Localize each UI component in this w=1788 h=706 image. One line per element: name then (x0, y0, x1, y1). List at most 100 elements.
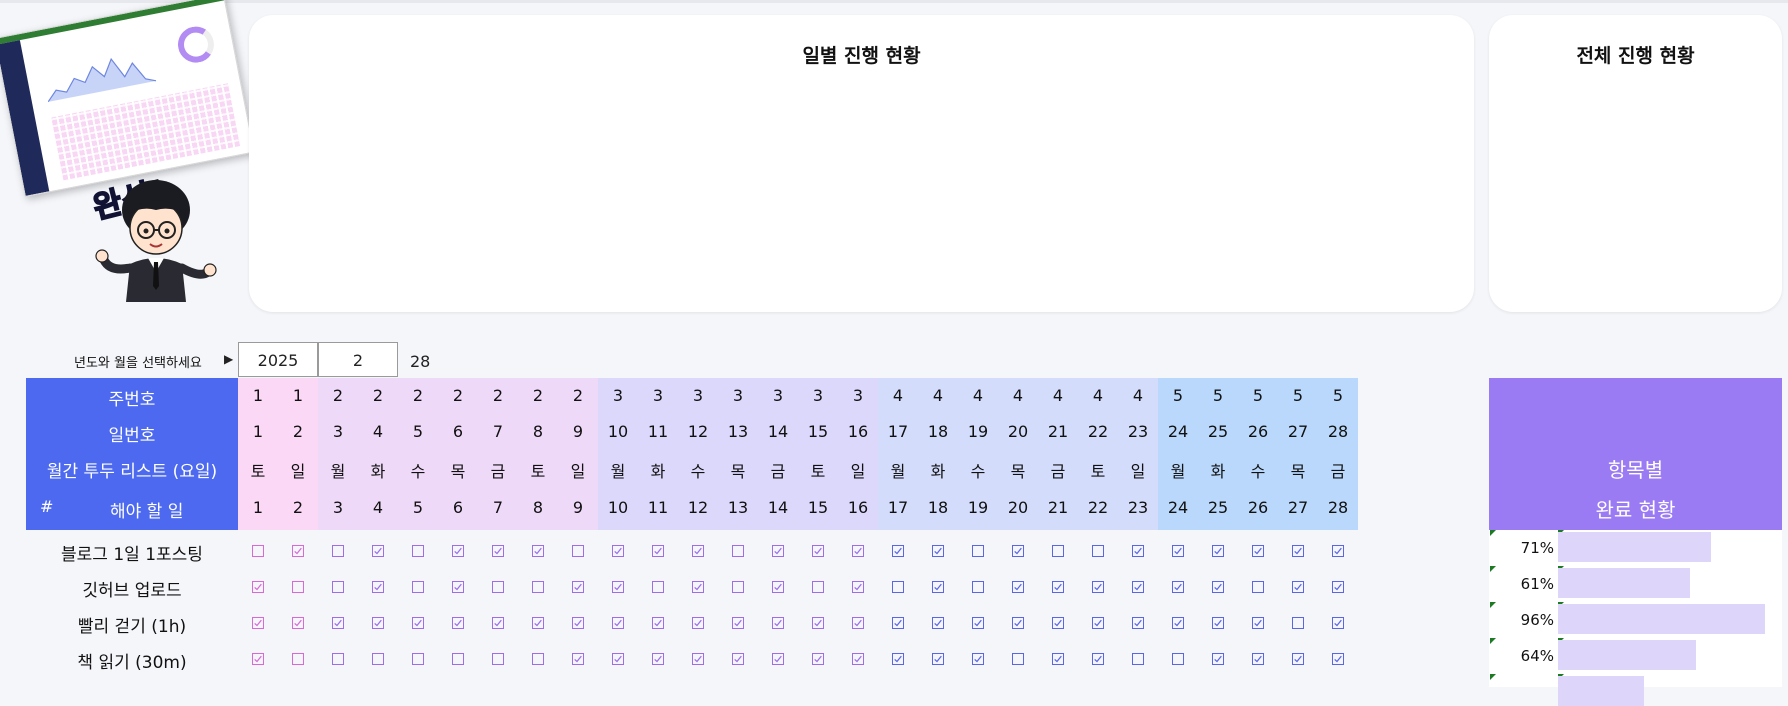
checkbox-checked[interactable] (972, 653, 984, 665)
checkbox-unchecked[interactable] (532, 653, 544, 665)
checkbox-checked[interactable] (772, 545, 784, 557)
checkbox-checked[interactable] (1332, 653, 1344, 665)
checkbox-checked[interactable] (412, 617, 424, 629)
checkbox-checked[interactable] (1092, 617, 1104, 629)
checkbox-checked[interactable] (1252, 653, 1264, 665)
checkbox-checked[interactable] (692, 581, 704, 593)
checkbox-unchecked[interactable] (412, 581, 424, 593)
checkbox-checked[interactable] (1172, 545, 1184, 557)
checkbox-checked[interactable] (1292, 581, 1304, 593)
checkbox-checked[interactable] (452, 617, 464, 629)
checkbox-unchecked[interactable] (1012, 653, 1024, 665)
checkbox-checked[interactable] (692, 653, 704, 665)
checkbox-unchecked[interactable] (332, 653, 344, 665)
checkbox-checked[interactable] (1052, 653, 1064, 665)
checkbox-checked[interactable] (932, 545, 944, 557)
checkbox-checked[interactable] (1172, 581, 1184, 593)
checkbox-checked[interactable] (452, 581, 464, 593)
checkbox-checked[interactable] (1332, 581, 1344, 593)
checkbox-unchecked[interactable] (1092, 545, 1104, 557)
checkbox-checked[interactable] (932, 653, 944, 665)
checkbox-unchecked[interactable] (412, 653, 424, 665)
checkbox-checked[interactable] (1252, 545, 1264, 557)
checkbox-checked[interactable] (692, 617, 704, 629)
checkbox-checked[interactable] (1292, 545, 1304, 557)
checkbox-checked[interactable] (292, 617, 304, 629)
checkbox-unchecked[interactable] (452, 653, 464, 665)
checkbox-checked[interactable] (932, 617, 944, 629)
checkbox-checked[interactable] (372, 581, 384, 593)
checkbox-checked[interactable] (372, 617, 384, 629)
checkbox-checked[interactable] (812, 545, 824, 557)
checkbox-checked[interactable] (892, 653, 904, 665)
checkbox-checked[interactable] (1292, 653, 1304, 665)
checkbox-checked[interactable] (252, 617, 264, 629)
task-name[interactable]: 빨리 걷기 (1h) (26, 612, 238, 637)
checkbox-unchecked[interactable] (532, 581, 544, 593)
checkbox-checked[interactable] (1092, 581, 1104, 593)
checkbox-checked[interactable] (1132, 545, 1144, 557)
checkbox-checked[interactable] (692, 545, 704, 557)
checkbox-checked[interactable] (1212, 545, 1224, 557)
checkbox-unchecked[interactable] (332, 581, 344, 593)
checkbox-unchecked[interactable] (732, 581, 744, 593)
checkbox-checked[interactable] (1012, 581, 1024, 593)
checkbox-checked[interactable] (292, 545, 304, 557)
checkbox-checked[interactable] (812, 653, 824, 665)
checkbox-unchecked[interactable] (1052, 545, 1064, 557)
checkbox-checked[interactable] (1252, 617, 1264, 629)
checkbox-checked[interactable] (932, 581, 944, 593)
checkbox-unchecked[interactable] (892, 581, 904, 593)
checkbox-checked[interactable] (652, 545, 664, 557)
checkbox-checked[interactable] (772, 581, 784, 593)
checkbox-checked[interactable] (612, 581, 624, 593)
checkbox-checked[interactable] (332, 617, 344, 629)
checkbox-checked[interactable] (892, 545, 904, 557)
checkbox-unchecked[interactable] (972, 545, 984, 557)
checkbox-unchecked[interactable] (292, 581, 304, 593)
checkbox-checked[interactable] (772, 617, 784, 629)
checkbox-checked[interactable] (1132, 581, 1144, 593)
month-input[interactable]: 2 (318, 342, 398, 377)
checkbox-checked[interactable] (1172, 617, 1184, 629)
checkbox-unchecked[interactable] (1132, 653, 1144, 665)
checkbox-unchecked[interactable] (492, 581, 504, 593)
checkbox-unchecked[interactable] (972, 581, 984, 593)
checkbox-checked[interactable] (612, 617, 624, 629)
checkbox-checked[interactable] (1212, 581, 1224, 593)
checkbox-checked[interactable] (372, 545, 384, 557)
checkbox-unchecked[interactable] (732, 545, 744, 557)
checkbox-unchecked[interactable] (292, 653, 304, 665)
year-input[interactable]: 2025 (238, 342, 318, 377)
checkbox-checked[interactable] (1052, 617, 1064, 629)
checkbox-checked[interactable] (852, 545, 864, 557)
checkbox-unchecked[interactable] (1172, 653, 1184, 665)
checkbox-checked[interactable] (852, 581, 864, 593)
checkbox-checked[interactable] (852, 653, 864, 665)
checkbox-checked[interactable] (452, 545, 464, 557)
checkbox-checked[interactable] (492, 617, 504, 629)
checkbox-unchecked[interactable] (252, 545, 264, 557)
checkbox-checked[interactable] (1052, 581, 1064, 593)
checkbox-checked[interactable] (1012, 617, 1024, 629)
checkbox-checked[interactable] (612, 545, 624, 557)
checkbox-unchecked[interactable] (492, 653, 504, 665)
checkbox-checked[interactable] (1092, 653, 1104, 665)
checkbox-checked[interactable] (532, 545, 544, 557)
checkbox-checked[interactable] (652, 617, 664, 629)
checkbox-checked[interactable] (252, 653, 264, 665)
checkbox-checked[interactable] (492, 545, 504, 557)
task-name[interactable]: 블로그 1일 1포스팅 (26, 540, 238, 565)
task-name[interactable]: 책 읽기 (30m) (26, 648, 238, 673)
checkbox-unchecked[interactable] (332, 545, 344, 557)
checkbox-checked[interactable] (532, 617, 544, 629)
checkbox-checked[interactable] (572, 653, 584, 665)
checkbox-checked[interactable] (892, 617, 904, 629)
checkbox-checked[interactable] (572, 581, 584, 593)
checkbox-checked[interactable] (612, 653, 624, 665)
task-name[interactable]: 깃허브 업로드 (26, 576, 238, 601)
checkbox-checked[interactable] (1332, 617, 1344, 629)
checkbox-checked[interactable] (1132, 617, 1144, 629)
checkbox-unchecked[interactable] (652, 581, 664, 593)
checkbox-unchecked[interactable] (1252, 581, 1264, 593)
